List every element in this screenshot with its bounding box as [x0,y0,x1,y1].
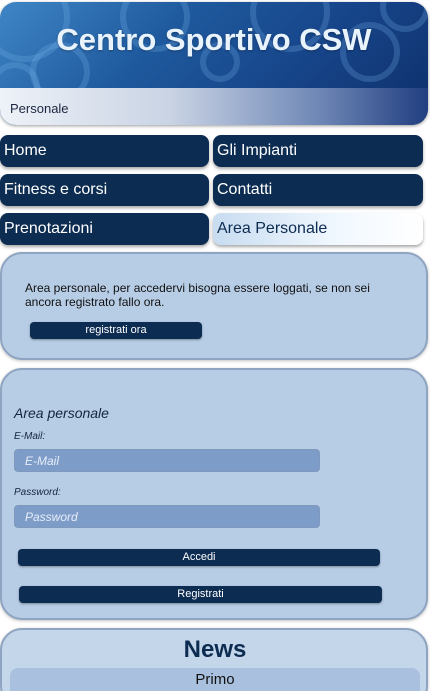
login-button[interactable]: Accedi [18,549,380,566]
nav-home[interactable]: Home [0,135,209,167]
password-field[interactable] [14,505,320,528]
nav-fitness-corsi[interactable]: Fitness e corsi [0,174,209,206]
intro-panel: Area personale, per accedervi bisogna es… [0,252,428,360]
intro-text: Area personale, per accedervi bisogna es… [25,281,370,309]
nav-area-personale[interactable]: Area Personale [213,213,423,245]
login-section-title: Area personale [14,405,109,421]
news-panel: News Primo [0,628,428,691]
nav-impianti[interactable]: Gli Impianti [213,135,423,167]
news-item[interactable]: Primo [10,668,420,691]
login-panel: Area personale E-Mail: Password: Accedi … [0,368,428,620]
email-label: E-Mail: [14,431,46,442]
register-now-button[interactable]: registrati ora [30,322,202,339]
email-field[interactable] [14,449,320,472]
nav-contatti[interactable]: Contatti [213,174,423,206]
register-button[interactable]: Registrati [19,586,382,603]
nav-prenotazioni[interactable]: Prenotazioni [0,213,209,245]
breadcrumb: Personale [10,101,69,116]
breadcrumb-bar: Personale [0,88,428,125]
password-label: Password: [14,487,61,498]
news-title: News [183,636,247,663]
site-header: Centro Sportivo CSW Personale [0,2,428,125]
site-title: Centro Sportivo CSW [56,22,372,57]
